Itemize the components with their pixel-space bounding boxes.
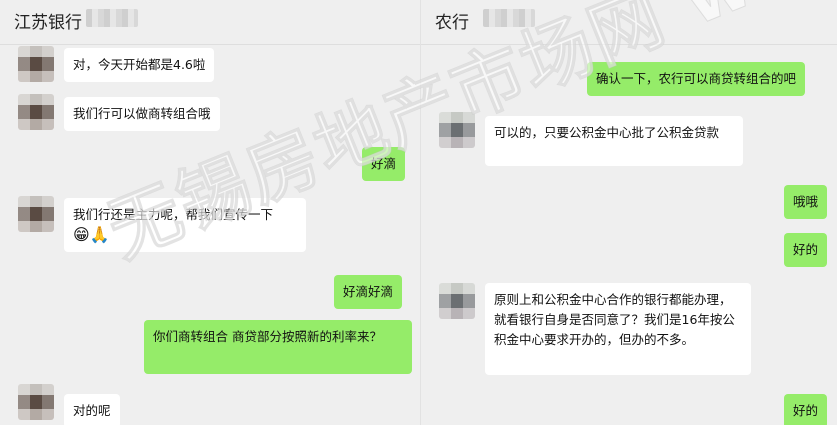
right-chat-header: 农行 — [421, 0, 837, 45]
contact-avatar[interactable] — [439, 112, 475, 148]
contact-avatar[interactable] — [18, 384, 54, 420]
message-bubble-incoming: 对的呢 — [64, 394, 120, 425]
message-bubble-outgoing: 好滴好滴 — [334, 275, 403, 309]
right-chat-title: 农行 — [435, 13, 469, 33]
message-bubble-incoming: 原则上和公积金中心合作的银行都能办理，就看银行自身是否同意了？我们是16年按公积… — [485, 283, 751, 375]
message-bubble-incoming: 我们行可以做商转组合哦 — [64, 97, 220, 131]
message-bubble-outgoing: 好滴 — [362, 147, 406, 181]
message-bubble-outgoing: 哦哦 — [784, 185, 828, 219]
message-bubble-outgoing: 好的 — [784, 233, 828, 267]
contact-avatar[interactable] — [18, 94, 54, 130]
left-chat-header: 江苏银行 — [0, 0, 420, 45]
left-chat-panel: 江苏银行 对，今天开始都是4.6啦 我们行可以做商转组合哦 好滴 我们行还是主力… — [0, 0, 420, 425]
contact-avatar[interactable] — [18, 46, 54, 82]
message-bubble-outgoing: 确认一下，农行可以商贷转组合的吧 — [587, 62, 806, 96]
contact-avatar[interactable] — [18, 196, 54, 232]
left-chat-title: 江苏银行 — [14, 13, 82, 33]
right-chat-panel: 农行 确认一下，农行可以商贷转组合的吧 可以的，只要公积金中心批了公积金贷款 哦… — [420, 0, 837, 425]
pray-emoji-icon: 🙏 — [89, 225, 110, 244]
message-bubble-incoming: 我们行还是主力呢，帮我们宣传一下 😁🙏 — [64, 198, 306, 252]
redacted-name — [483, 9, 535, 27]
message-bubble-incoming: 可以的，只要公积金中心批了公积金贷款 — [485, 116, 743, 166]
grin-emoji-icon: 😁 — [73, 225, 90, 244]
message-bubble-outgoing: 好的 — [784, 394, 828, 425]
message-bubble-incoming: 对，今天开始都是4.6啦 — [64, 48, 215, 82]
message-bubble-outgoing: 你们商转组合 商贷部分按照新的利率来？ — [144, 320, 412, 374]
message-text: 我们行还是主力呢，帮我们宣传一下 — [73, 207, 274, 222]
contact-avatar[interactable] — [439, 283, 475, 319]
redacted-name — [86, 9, 138, 27]
